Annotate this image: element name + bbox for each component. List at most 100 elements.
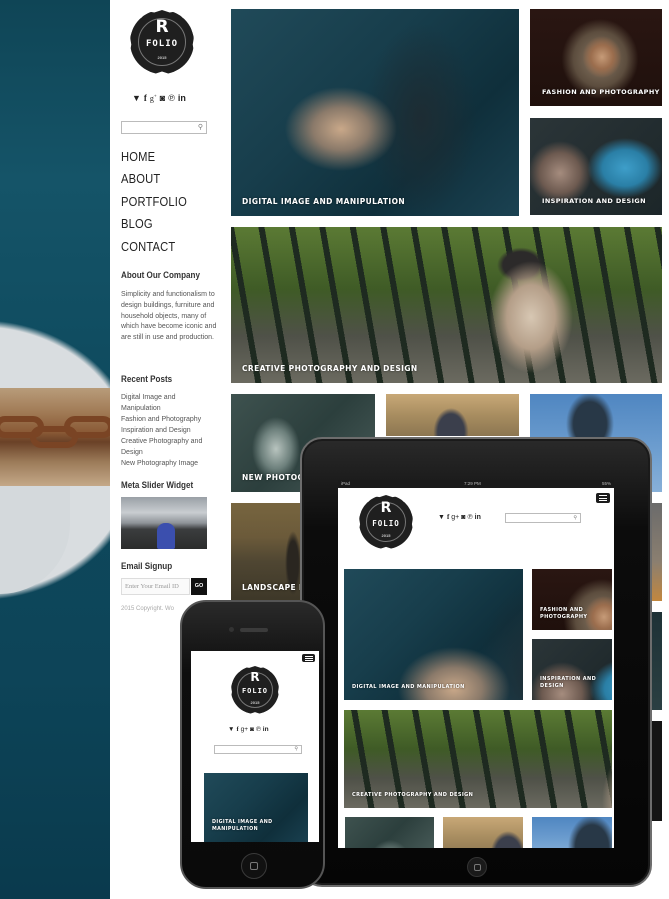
google-plus-icon[interactable]: g+ — [451, 514, 459, 521]
twitter-icon[interactable]: ▼ — [438, 514, 445, 521]
linkedin-icon[interactable]: in — [263, 726, 269, 733]
google-plus-icon[interactable]: g+ — [150, 94, 157, 103]
search-input[interactable]: ⚲ — [121, 121, 207, 134]
caption-line: DIGITAL IMAGE AND — [212, 820, 273, 825]
recent-post-link[interactable]: Inspiration and Design — [121, 425, 213, 436]
recent-post-link[interactable]: Fashion and Photography — [121, 414, 213, 425]
logo-year: 2015 — [381, 533, 391, 538]
caption-line: MANIPULATION — [212, 827, 259, 832]
ipad-home-button[interactable] — [467, 857, 487, 877]
portfolio-tile[interactable]: CREATIVE PHOTOGRAPHY AND DESIGN — [231, 227, 662, 383]
portfolio-tile[interactable]: DIGITAL IMAGE AND MANIPULATION — [231, 9, 519, 216]
nav-home[interactable]: HOME — [121, 149, 187, 171]
portfolio-tile[interactable] — [386, 394, 519, 436]
email-go-button[interactable]: GO — [191, 578, 207, 595]
ipad-screen: iPad 7:29 PM 55% R FOLIO 2015 ▼ f g+ ◙ ℗… — [338, 480, 614, 848]
recent-post-link[interactable]: New Photography Image — [121, 458, 213, 469]
showcase-stage: R FOLIO 2015 ▼ f g+ ◙ ℗ in ⚲ HOME ABOUT … — [0, 0, 669, 899]
nav-contact[interactable]: CONTACT — [121, 239, 187, 261]
iphone-menu-button[interactable] — [302, 654, 315, 662]
email-input[interactable]: Enter Your Email ID — [121, 578, 190, 595]
caption-line: PHOTOGRAPHY — [540, 614, 588, 620]
main-nav: HOME ABOUT PORTFOLIO BLOG CONTACT — [121, 149, 198, 261]
iphone-search-input[interactable]: ⚲ — [214, 745, 302, 754]
instagram-icon[interactable]: ◙ — [461, 514, 465, 521]
facebook-icon[interactable]: f — [447, 513, 449, 521]
iphone-mockup: R FOLIO 2015 ▼ f g+ ◙ ℗ in ⚲ DIGITAL IMA… — [180, 600, 325, 889]
tile-caption: DIGITAL IMAGE AND MANIPULATION — [242, 197, 406, 206]
ipad-portfolio-tile[interactable]: DIGITAL IMAGE AND MANIPULATION — [344, 569, 523, 700]
ipad-portfolio-tile[interactable] — [345, 817, 434, 848]
ipad-social-links: ▼ f g+ ◙ ℗ in — [438, 513, 481, 521]
ipad-status-battery: 55% — [601, 481, 611, 486]
tile-caption: CREATIVE PHOTOGRAPHY AND DESIGN — [242, 364, 418, 373]
iphone-site-logo[interactable]: R FOLIO 2015 — [231, 666, 279, 714]
ipad-search-input[interactable]: ⚲ — [505, 513, 581, 523]
linkedin-icon[interactable]: in — [178, 93, 186, 103]
iphone-camera — [229, 627, 234, 632]
tile-caption: DIGITAL IMAGE AND MANIPULATION — [352, 684, 465, 690]
instagram-icon[interactable]: ◙ — [160, 93, 165, 103]
instagram-icon[interactable]: ◙ — [250, 726, 254, 733]
pinterest-icon[interactable]: ℗ — [468, 514, 473, 521]
logo-year: 2015 — [250, 700, 260, 705]
ipad-portfolio-tile[interactable]: INSPIRATION AND DESIGN — [532, 639, 612, 700]
slider-title: Meta Slider Widget — [121, 480, 194, 491]
slider-image[interactable] — [121, 497, 207, 549]
tile-caption: CREATIVE PHOTOGRAPHY AND DESIGN — [352, 792, 474, 798]
home-icon — [250, 862, 258, 870]
tile-caption: DIGITAL IMAGE AND MANIPULATION — [212, 819, 273, 833]
linkedin-icon[interactable]: in — [475, 514, 481, 521]
google-plus-icon[interactable]: g+ — [241, 726, 248, 733]
copyright-text: 2015 Copyright. Wo — [121, 606, 174, 612]
facebook-icon[interactable]: f — [144, 93, 147, 103]
ipad-portfolio-tile[interactable] — [443, 817, 523, 848]
ipad-site-logo[interactable]: R FOLIO 2015 — [359, 495, 413, 549]
recent-post-link[interactable]: Creative Photography and Design — [121, 436, 213, 458]
tile-caption: INSPIRATION AND DESIGN — [540, 676, 596, 690]
search-icon[interactable]: ⚲ — [294, 746, 298, 752]
iphone-speaker — [240, 628, 268, 632]
caption-line: INSPIRATION AND — [540, 676, 597, 682]
search-icon[interactable]: ⚲ — [573, 515, 577, 521]
ipad-portfolio-tile[interactable]: FASHION AND PHOTOGRAPHY — [532, 569, 612, 630]
iphone-social-links: ▼ f g+ ◙ ℗ in — [228, 726, 269, 733]
logo-name: FOLIO — [145, 39, 179, 49]
ipad-status-time: 7:29 PM — [464, 481, 481, 486]
caption-line: DESIGN — [540, 683, 564, 689]
iphone-portfolio-tile[interactable]: DIGITAL IMAGE AND MANIPULATION — [204, 773, 308, 842]
about-text: Simplicity and functionalism to design b… — [121, 291, 217, 342]
tile-caption: FASHION AND PHOTOGRAPHY — [540, 607, 587, 621]
recent-posts-title: Recent Posts — [121, 374, 173, 385]
pinterest-icon[interactable]: ℗ — [168, 93, 175, 103]
logo-letter: R — [380, 500, 392, 516]
ipad-status-bar: iPad 7:29 PM 55% — [338, 480, 614, 488]
logo-name: FOLIO — [372, 519, 400, 528]
iphone-home-button[interactable] — [241, 853, 267, 879]
portfolio-tile[interactable]: FASHION AND PHOTOGRAPHY — [530, 9, 662, 106]
background-chain — [0, 388, 114, 486]
site-logo[interactable]: R FOLIO 2015 — [130, 10, 194, 74]
logo-letter: R — [250, 670, 260, 684]
ipad-portfolio-tile[interactable] — [532, 817, 612, 848]
facebook-icon[interactable]: f — [236, 726, 238, 733]
ipad-portfolio-tile[interactable]: CREATIVE PHOTOGRAPHY AND DESIGN — [344, 710, 612, 808]
portfolio-tile[interactable]: INSPIRATION AND DESIGN — [530, 118, 662, 215]
logo-year: 2015 — [157, 55, 167, 60]
nav-portfolio[interactable]: PORTFOLIO — [121, 194, 187, 216]
iphone-screen: R FOLIO 2015 ▼ f g+ ◙ ℗ in ⚲ DIGITAL IMA… — [191, 651, 319, 842]
logo-name: FOLIO — [241, 687, 269, 695]
nav-blog[interactable]: BLOG — [121, 216, 187, 238]
caption-line: FASHION AND — [540, 607, 584, 613]
search-icon[interactable]: ⚲ — [198, 123, 203, 131]
slider-person — [157, 523, 175, 549]
twitter-icon[interactable]: ▼ — [132, 93, 141, 103]
ipad-menu-button[interactable] — [596, 493, 610, 503]
recent-post-link[interactable]: Digital Image and Manipulation — [121, 392, 213, 414]
pinterest-icon[interactable]: ℗ — [256, 726, 261, 733]
about-title: About Our Company — [121, 270, 200, 281]
background-plate — [0, 484, 70, 594]
nav-about[interactable]: ABOUT — [121, 171, 187, 193]
ipad-status-carrier: iPad — [341, 481, 351, 486]
twitter-icon[interactable]: ▼ — [228, 726, 234, 733]
